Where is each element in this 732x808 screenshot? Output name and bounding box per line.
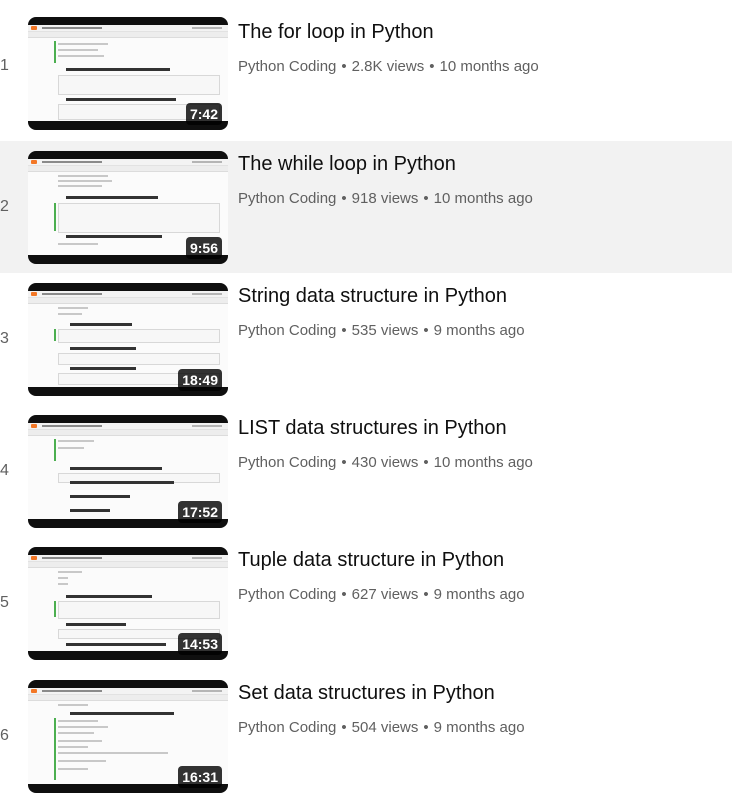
playlist-index: 2 — [0, 198, 9, 215]
video-title[interactable]: The while loop in Python — [238, 151, 456, 177]
upload-age: 9 months ago — [433, 586, 525, 603]
separator-dot: • — [341, 58, 347, 75]
playlist-index: 6 — [0, 727, 9, 744]
duration-badge: 7:42 — [185, 103, 222, 125]
duration-badge: 18:49 — [178, 369, 222, 391]
separator-dot: • — [423, 454, 429, 471]
channel-name[interactable]: Python Coding — [238, 190, 336, 207]
playlist-index: 5 — [0, 594, 9, 611]
separator-dot: • — [341, 322, 347, 339]
playlist-item[interactable]: 5 14:53 Tuple data structure in Python P… — [0, 537, 732, 669]
upload-age: 10 months ago — [433, 454, 533, 471]
separator-dot: • — [341, 190, 347, 207]
view-count: 2.8K views — [351, 58, 425, 75]
channel-name[interactable]: Python Coding — [238, 322, 336, 339]
playlist-item[interactable]: 2 9:56 The while loop in Python Python C… — [0, 141, 732, 273]
video-thumbnail[interactable]: 14:53 — [28, 547, 228, 660]
channel-name[interactable]: Python Coding — [238, 719, 336, 736]
separator-dot: • — [423, 586, 429, 603]
video-title[interactable]: The for loop in Python — [238, 19, 434, 45]
duration-badge: 17:52 — [178, 501, 222, 523]
view-count: 918 views — [351, 190, 419, 207]
separator-dot: • — [429, 58, 435, 75]
channel-name[interactable]: Python Coding — [238, 586, 336, 603]
video-title[interactable]: String data structure in Python — [238, 283, 507, 309]
playlist-index: 4 — [0, 462, 9, 479]
video-thumbnail[interactable]: 18:49 — [28, 283, 228, 396]
view-count: 430 views — [351, 454, 419, 471]
playlist-video-list: 1 7:42 The for loop in Python Python Cod… — [0, 0, 732, 808]
video-metadata: Python Coding • 504 views • 9 months ago — [238, 718, 525, 738]
video-metadata: Python Coding • 535 views • 9 months ago — [238, 321, 525, 341]
video-thumbnail[interactable]: 7:42 — [28, 17, 228, 130]
video-thumbnail[interactable]: 17:52 — [28, 415, 228, 528]
playlist-index: 3 — [0, 330, 9, 347]
video-thumbnail[interactable]: 16:31 — [28, 680, 228, 793]
duration-badge: 14:53 — [178, 633, 222, 655]
playlist-item[interactable]: 3 18:49 String data structure in Python … — [0, 273, 732, 405]
upload-age: 10 months ago — [439, 58, 539, 75]
view-count: 627 views — [351, 586, 419, 603]
duration-badge: 16:31 — [178, 766, 222, 788]
video-thumbnail[interactable]: 9:56 — [28, 151, 228, 264]
view-count: 535 views — [351, 322, 419, 339]
upload-age: 10 months ago — [433, 190, 533, 207]
separator-dot: • — [423, 719, 429, 736]
separator-dot: • — [341, 454, 347, 471]
separator-dot: • — [341, 719, 347, 736]
upload-age: 9 months ago — [433, 322, 525, 339]
video-metadata: Python Coding • 627 views • 9 months ago — [238, 585, 525, 605]
video-metadata: Python Coding • 918 views • 10 months ago — [238, 189, 533, 209]
video-title[interactable]: Set data structures in Python — [238, 680, 495, 706]
video-title[interactable]: LIST data structures in Python — [238, 415, 507, 441]
playlist-item[interactable]: 4 17:52 LIST data structures in Python P… — [0, 405, 732, 537]
playlist-index: 1 — [0, 57, 9, 74]
separator-dot: • — [341, 586, 347, 603]
video-metadata: Python Coding • 430 views • 10 months ago — [238, 453, 533, 473]
upload-age: 9 months ago — [433, 719, 525, 736]
video-title[interactable]: Tuple data structure in Python — [238, 547, 504, 573]
view-count: 504 views — [351, 719, 419, 736]
playlist-item[interactable]: 1 7:42 The for loop in Python Python Cod… — [0, 0, 732, 132]
channel-name[interactable]: Python Coding — [238, 454, 336, 471]
separator-dot: • — [423, 322, 429, 339]
channel-name[interactable]: Python Coding — [238, 58, 336, 75]
video-metadata: Python Coding • 2.8K views • 10 months ago — [238, 57, 539, 77]
duration-badge: 9:56 — [185, 237, 222, 259]
playlist-item[interactable]: 6 16:31 Set data structures in Python Py… — [0, 670, 732, 802]
separator-dot: • — [423, 190, 429, 207]
